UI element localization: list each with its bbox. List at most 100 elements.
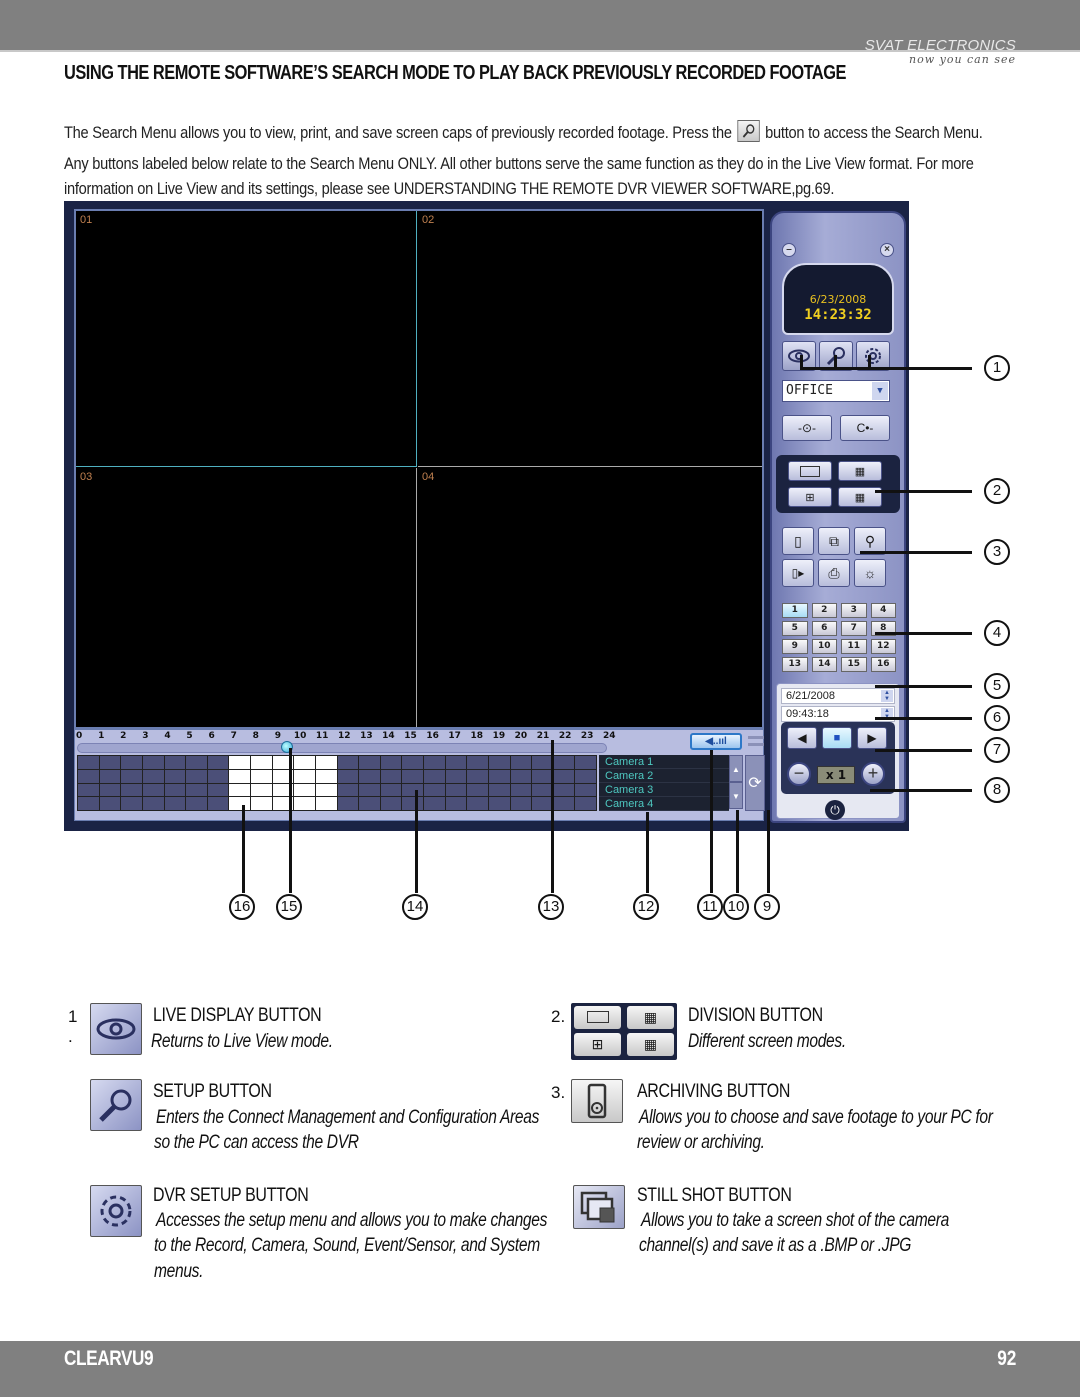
settings-button[interactable]: ☼	[854, 559, 886, 587]
grid-cell[interactable]	[121, 756, 142, 769]
grid-cell[interactable]	[337, 769, 359, 783]
grid-cell[interactable]	[359, 756, 380, 769]
grid-cell[interactable]	[121, 769, 142, 783]
grid-cell[interactable]	[142, 756, 164, 769]
grid-cell[interactable]	[445, 783, 467, 797]
grid-cell[interactable]	[186, 769, 207, 783]
archive-play-button[interactable]: ▯▸	[782, 559, 814, 587]
speed-down-button[interactable]: −	[787, 762, 811, 786]
grid-cell[interactable]	[380, 783, 402, 797]
recorded-cell[interactable]	[251, 797, 272, 810]
camera-view-2[interactable]: 02	[418, 211, 762, 467]
grid-cell[interactable]	[380, 756, 402, 769]
grid-cell[interactable]	[380, 769, 402, 783]
date-spinner-icon[interactable]: ▲ ▼	[881, 690, 893, 702]
grid-cell[interactable]	[553, 797, 575, 810]
grid-cell[interactable]	[99, 797, 121, 810]
volume-button[interactable]: ◀..ııl	[690, 733, 742, 750]
grid-cell[interactable]	[142, 783, 164, 797]
close-button[interactable]: ×	[880, 243, 894, 257]
grid-cell[interactable]	[78, 783, 99, 797]
grid-cell[interactable]	[553, 783, 575, 797]
channel-button[interactable]: 15	[841, 657, 867, 672]
channel-button[interactable]: 4	[870, 603, 896, 618]
print-button[interactable]: ⎙	[818, 559, 850, 587]
channel-button[interactable]: 11	[841, 639, 867, 654]
channel-button[interactable]: 2	[811, 603, 837, 618]
division-1-button[interactable]	[788, 461, 832, 481]
grid-cell[interactable]	[99, 756, 121, 769]
stop-button[interactable]: ■	[822, 727, 852, 749]
channel-button[interactable]: 7	[841, 621, 867, 636]
grid-cell[interactable]	[532, 783, 553, 797]
grid-cell[interactable]	[402, 769, 423, 783]
recorded-cell[interactable]	[294, 783, 315, 797]
grid-cell[interactable]	[402, 756, 423, 769]
grid-cell[interactable]	[186, 783, 207, 797]
grid-cell[interactable]	[467, 769, 488, 783]
grid-cell[interactable]	[99, 769, 121, 783]
grid-cell[interactable]	[402, 797, 423, 810]
play-reverse-button[interactable]: ◀	[787, 727, 817, 749]
grid-cell[interactable]	[424, 756, 445, 769]
grid-cell[interactable]	[488, 769, 510, 783]
grid-cell[interactable]	[510, 769, 532, 783]
grid-cell[interactable]	[164, 769, 186, 783]
grid-cell[interactable]	[337, 756, 359, 769]
grid-cell[interactable]	[99, 783, 121, 797]
grid-cell[interactable]	[402, 783, 423, 797]
grid-cell[interactable]	[359, 783, 380, 797]
division-4-button[interactable]: ⊞	[788, 487, 832, 507]
grid-cell[interactable]	[510, 783, 532, 797]
recorded-cell[interactable]	[315, 797, 337, 810]
camera-view-4[interactable]: 04	[418, 468, 762, 727]
grid-cell[interactable]	[488, 756, 510, 769]
camera-view-3[interactable]: 03	[76, 468, 417, 727]
grid-cell[interactable]	[553, 769, 575, 783]
scroll-down-button[interactable]: ▼	[729, 782, 743, 809]
grid-cell[interactable]	[164, 756, 186, 769]
grid-cell[interactable]	[424, 797, 445, 810]
recorded-cell[interactable]	[229, 756, 250, 769]
time-slider-track[interactable]	[77, 743, 607, 753]
grid-cell[interactable]	[142, 797, 164, 810]
recorded-cell[interactable]	[294, 756, 315, 769]
channel-button[interactable]: 12	[870, 639, 896, 654]
grid-cell[interactable]	[532, 756, 553, 769]
grid-cell[interactable]	[121, 783, 142, 797]
channel-button[interactable]: 1	[782, 603, 808, 618]
grid-cell[interactable]	[575, 769, 596, 783]
grid-cell[interactable]	[553, 756, 575, 769]
recorded-cell[interactable]	[229, 783, 250, 797]
recording-grid[interactable]	[77, 755, 597, 811]
scroll-up-button[interactable]: ▲	[729, 755, 743, 782]
grid-cell[interactable]	[510, 756, 532, 769]
recorded-cell[interactable]	[294, 797, 315, 810]
channel-button[interactable]: 6	[811, 621, 837, 636]
channel-button[interactable]: 16	[870, 657, 896, 672]
still-shot-button[interactable]: ⧉	[818, 527, 850, 555]
channel-button[interactable]: 13	[782, 657, 808, 672]
refresh-button[interactable]: ⟳	[745, 755, 765, 811]
disconnect-button[interactable]: C•-	[840, 415, 890, 441]
site-select[interactable]: OFFICE ▼	[782, 380, 890, 402]
speed-up-button[interactable]: +	[861, 762, 885, 786]
channel-button[interactable]: 14	[811, 657, 837, 672]
grid-cell[interactable]	[186, 756, 207, 769]
grid-cell[interactable]	[445, 769, 467, 783]
grid-cell[interactable]	[207, 756, 229, 769]
power-button[interactable]: ⏻	[825, 800, 845, 820]
grid-cell[interactable]	[207, 797, 229, 810]
channel-button[interactable]: 9	[782, 639, 808, 654]
grid-cell[interactable]	[337, 783, 359, 797]
grid-cell[interactable]	[575, 783, 596, 797]
connect-button[interactable]: -⊙-	[782, 415, 832, 441]
grid-cell[interactable]	[78, 797, 99, 810]
recorded-cell[interactable]	[251, 769, 272, 783]
grid-cell[interactable]	[467, 756, 488, 769]
play-button[interactable]: ▶	[857, 727, 887, 749]
chevron-down-icon[interactable]: ▼	[872, 382, 888, 400]
recorded-cell[interactable]	[251, 756, 272, 769]
grid-cell[interactable]	[380, 797, 402, 810]
recorded-cell[interactable]	[315, 756, 337, 769]
